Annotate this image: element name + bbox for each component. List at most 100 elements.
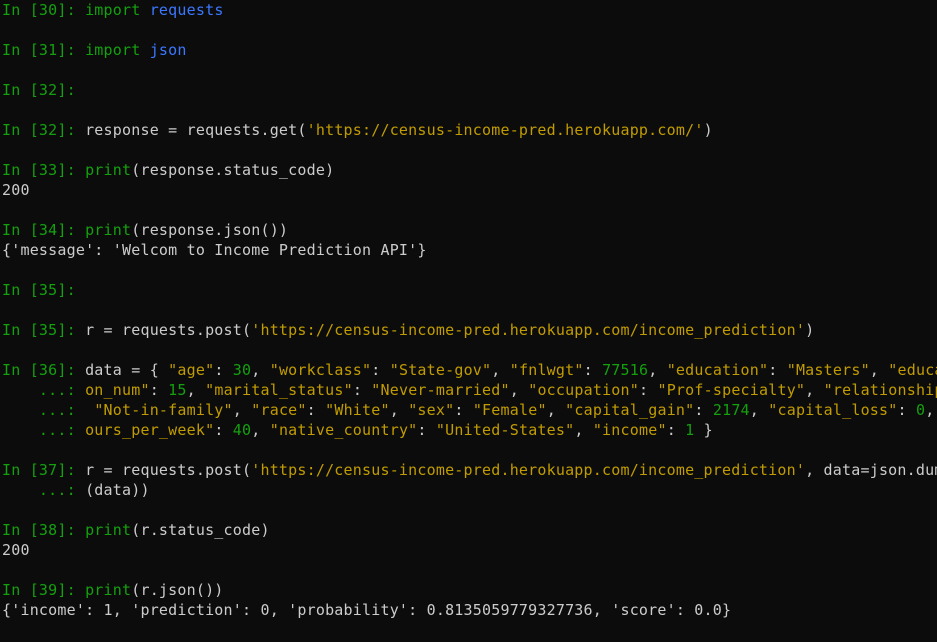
console-line: ...: "Not-in-family", "race": "White", "… — [0, 400, 937, 420]
code-token: import — [85, 41, 150, 59]
code-token: : — [214, 361, 233, 379]
code-token: : — [306, 401, 326, 419]
prompt-text: ...: — [2, 381, 86, 399]
code-token: : — [583, 361, 603, 379]
code-token: "educati — [888, 361, 937, 379]
prompt-text: In [32]: — [2, 121, 86, 139]
code-token: (response.status_code) — [131, 161, 335, 179]
code-token: , — [805, 381, 824, 399]
code-token: 'https://census-income-pred.herokuapp.co… — [251, 321, 806, 339]
code-token: json — [149, 41, 187, 59]
code-token: r = requests.post( — [85, 461, 252, 479]
prompt-text: In [32]: — [2, 81, 76, 99]
prompt-text: In [33]: — [2, 161, 86, 179]
prompt-text: ...: — [2, 401, 86, 419]
code-token: (r.status_code) — [131, 521, 270, 539]
console-line: 200 — [0, 180, 937, 200]
code-token: 1 — [685, 421, 695, 439]
code-token: 200 — [2, 541, 30, 559]
code-token: ) — [805, 321, 815, 339]
code-token: r = requests.post( — [85, 321, 252, 339]
code-token: "education" — [666, 361, 769, 379]
code-token: : — [897, 401, 916, 419]
console-line: 200 — [0, 540, 937, 560]
console-line: In [39]: print(r.json()) — [0, 580, 937, 600]
code-token: "Masters" — [786, 361, 870, 379]
code-token: "United-States" — [435, 421, 575, 439]
code-token: , data=json.dumps — [805, 461, 937, 479]
code-token: , — [574, 421, 593, 439]
code-token: "Not-in-family" — [94, 401, 233, 419]
code-token: : — [149, 381, 169, 399]
code-token: , — [389, 401, 409, 419]
code-token: : — [639, 381, 658, 399]
code-token: {'message': 'Welcom to Income Prediction… — [2, 241, 427, 259]
code-token: , — [186, 381, 206, 399]
code-token: "Female" — [472, 401, 547, 419]
code-token: , — [251, 421, 270, 439]
code-token: "race" — [251, 401, 307, 419]
code-token: , — [546, 401, 566, 419]
prompt-text: ...: — [2, 421, 86, 439]
console-line: {'message': 'Welcom to Income Prediction… — [0, 240, 937, 260]
code-token: 30 — [232, 361, 252, 379]
code-token: "sex" — [408, 401, 455, 419]
code-token: , — [509, 381, 529, 399]
code-token: {'income': 1, 'prediction': 0, 'probabil… — [2, 601, 732, 619]
code-token: 'https://census-income-pred.herokuapp.co… — [251, 461, 806, 479]
code-token: , — [251, 361, 270, 379]
prompt-text: In [35]: — [2, 321, 86, 339]
code-token: print — [85, 581, 132, 599]
console-line: In [32]: — [0, 80, 937, 100]
console-line: In [30]: import requests — [0, 0, 937, 20]
code-token: "occupation" — [528, 381, 639, 399]
prompt-text: In [31]: — [2, 41, 86, 59]
console-line: In [33]: print(response.status_code) — [0, 160, 937, 180]
code-token: : — [371, 361, 390, 379]
code-token: , — [925, 401, 935, 419]
console-line: {'income': 1, 'prediction': 0, 'probabil… — [0, 600, 937, 620]
code-token: "Prof-specialty" — [657, 381, 806, 399]
code-token: 'https://census-income-pred.herokuapp.co… — [306, 121, 704, 139]
console-line: In [34]: print(response.json()) — [0, 220, 937, 240]
prompt-text: In [37]: — [2, 461, 86, 479]
prompt-text: In [30]: — [2, 1, 86, 19]
code-token: : — [768, 361, 787, 379]
code-token: "native_country" — [269, 421, 418, 439]
console-line: In [36]: data = { "age": 30, "workclass"… — [0, 360, 937, 380]
code-token: "White" — [325, 401, 390, 419]
code-token: : — [666, 421, 686, 439]
code-token: : — [214, 421, 233, 439]
terminal-console[interactable]: In [30]: import requests In [31]: import … — [0, 0, 937, 642]
console-line: ...: ours_per_week": 40, "native_country… — [0, 420, 937, 440]
code-token: , — [749, 401, 769, 419]
prompt-text: In [39]: — [2, 581, 86, 599]
code-token: "capital_loss" — [768, 401, 898, 419]
console-line: In [37]: r = requests.post('https://cens… — [0, 460, 937, 480]
code-token: "income" — [592, 421, 667, 439]
console-line: In [38]: print(r.status_code) — [0, 520, 937, 540]
code-token: 0 — [915, 401, 926, 419]
code-token: 15 — [168, 381, 187, 399]
code-token: 77516 — [602, 361, 649, 379]
code-token: print — [85, 161, 132, 179]
code-token: print — [85, 521, 132, 539]
code-token: requests — [149, 1, 224, 19]
code-token: print — [85, 221, 132, 239]
code-token: ) — [703, 121, 713, 139]
code-token: "State-gov" — [389, 361, 492, 379]
code-token: (response.json()) — [131, 221, 289, 239]
console-line: In [32]: response = requests.get('https:… — [0, 120, 937, 140]
prompt-text: In [36]: — [2, 361, 86, 379]
